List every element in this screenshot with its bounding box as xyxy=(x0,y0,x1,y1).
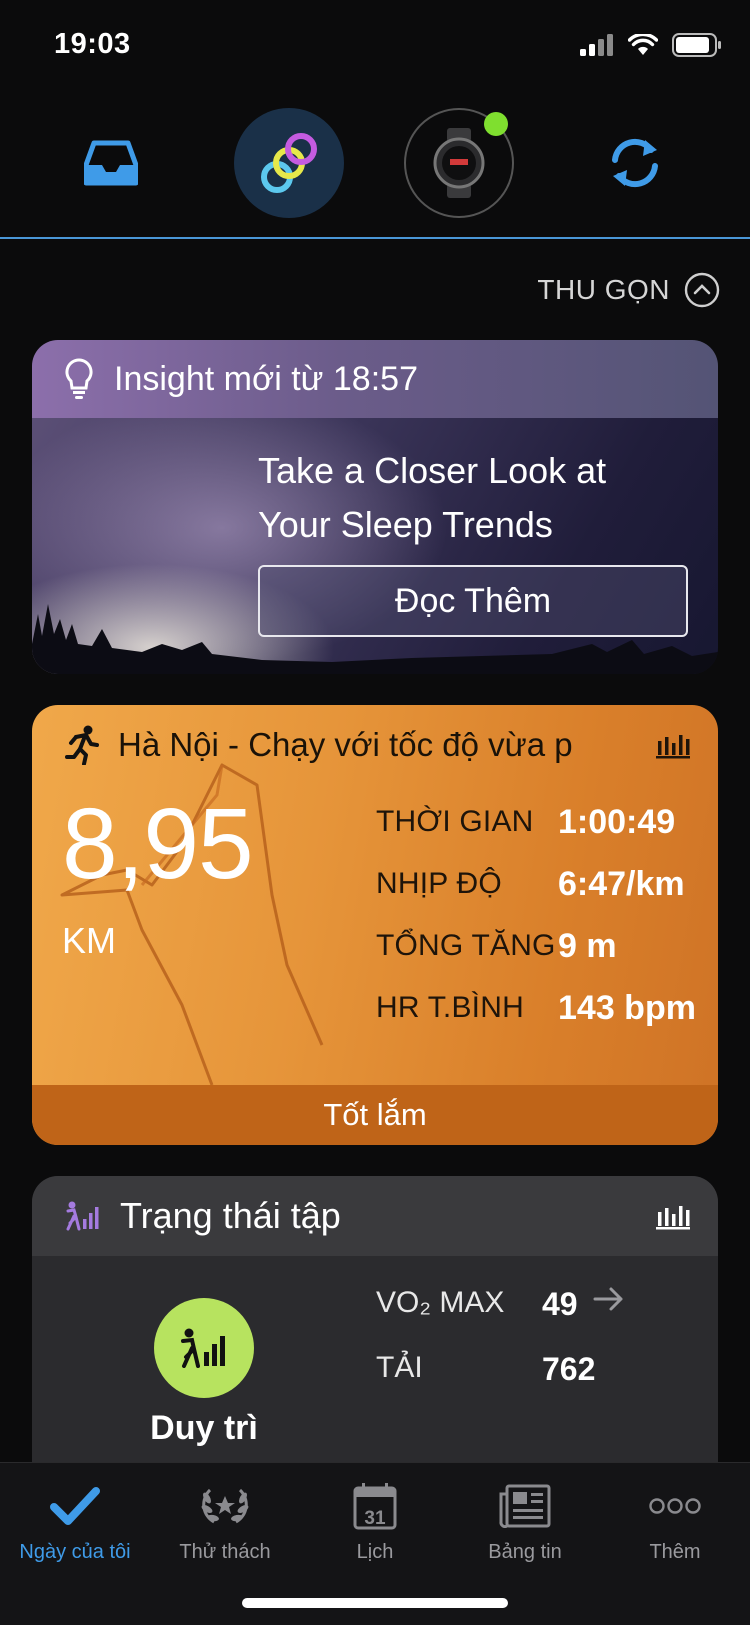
stat-label-hr: HR T.BÌNH xyxy=(376,991,524,1024)
stat-value-hr: 143 bpm xyxy=(558,989,696,1027)
online-status-dot xyxy=(484,112,508,136)
checkmark-icon xyxy=(50,1487,100,1525)
tab-more[interactable]: Thêm xyxy=(600,1463,750,1583)
stat-label-pace: NHỊP ĐỘ xyxy=(376,867,502,900)
sync-icon xyxy=(612,138,658,188)
insight-card[interactable]: Insight mới từ 18:57 Take a Closer Look … xyxy=(32,340,718,674)
signal-icon xyxy=(580,34,613,56)
status-icons xyxy=(580,30,722,60)
training-status-icon xyxy=(66,1201,99,1231)
activity-footer: Tốt lắm xyxy=(32,1085,718,1145)
bar-chart-icon[interactable] xyxy=(656,729,690,759)
load-label: TẢI xyxy=(376,1351,423,1384)
tab-challenges[interactable]: Thử thách xyxy=(150,1463,300,1583)
training-status-icon xyxy=(181,1328,225,1368)
more-icon xyxy=(649,1498,701,1514)
read-more-button[interactable]: Đọc Thêm xyxy=(258,565,688,637)
inbox-icon xyxy=(84,140,138,186)
watch-icon xyxy=(433,128,485,198)
tab-label: Thêm xyxy=(649,1541,701,1563)
load-value: 762 xyxy=(542,1351,596,1387)
stat-label-time: THỜI GIAN xyxy=(376,805,534,838)
connect-iq-button[interactable] xyxy=(234,108,344,218)
bar-chart-icon[interactable] xyxy=(656,1200,690,1230)
tab-label: Ngày của tôi xyxy=(19,1541,131,1563)
tab-calendar[interactable]: 31 Lịch xyxy=(300,1463,450,1583)
activity-card[interactable]: Hà Nội - Chạy với tốc độ vừa p 8,95 KM T… xyxy=(32,705,718,1145)
battery-icon xyxy=(672,33,721,57)
vo2-max-label: VO₂ MAX xyxy=(376,1286,505,1319)
wifi-icon xyxy=(628,34,658,55)
arrow-right-icon xyxy=(593,1287,623,1311)
calendar-day: 31 xyxy=(364,1508,386,1529)
linked-rings-icon xyxy=(261,133,317,193)
newsfeed-icon xyxy=(499,1484,551,1528)
home-indicator xyxy=(242,1598,508,1608)
training-status-card[interactable]: Trạng thái tập Duy trì VO₂ MAX 49 TẢI 76… xyxy=(32,1176,718,1476)
tab-label: Lịch xyxy=(356,1541,394,1563)
device-button[interactable] xyxy=(404,108,514,218)
insight-title: Insight mới từ 18:57 xyxy=(114,359,418,398)
collapse-button[interactable]: THU GỌN xyxy=(537,272,720,308)
laurel-icon xyxy=(201,1488,249,1524)
distance-unit: KM xyxy=(62,920,116,961)
tab-label: Thử thách xyxy=(179,1541,271,1563)
activity-header: Hà Nội - Chạy với tốc độ vừa p xyxy=(32,705,718,785)
insight-headline: Take a Closer Look at Your Sleep Trends xyxy=(258,450,607,545)
training-status-badge xyxy=(154,1298,254,1398)
training-status-value: Duy trì xyxy=(150,1409,258,1447)
lightbulb-icon xyxy=(65,358,93,399)
stat-value-time: 1:00:49 xyxy=(558,803,676,841)
insight-image: Take a Closer Look at Your Sleep Trends … xyxy=(32,418,718,674)
activity-title: Hà Nội - Chạy với tốc độ vừa p xyxy=(118,726,573,763)
tab-newsfeed[interactable]: Bảng tin xyxy=(450,1463,600,1583)
vo2-max-value: 49 xyxy=(542,1286,578,1322)
training-status-title: Trạng thái tập xyxy=(120,1195,341,1236)
stat-value-pace: 6:47/km xyxy=(558,865,685,903)
stat-value-elevation: 9 m xyxy=(558,927,617,965)
tab-my-day[interactable]: Ngày của tôi xyxy=(0,1463,150,1583)
sync-button[interactable] xyxy=(580,108,690,218)
chevron-up-icon xyxy=(684,272,720,308)
status-time: 19:03 xyxy=(54,28,131,60)
collapse-label: THU GỌN xyxy=(537,274,670,305)
training-status-header: Trạng thái tập xyxy=(32,1176,718,1256)
tab-label: Bảng tin xyxy=(488,1541,562,1563)
insight-header: Insight mới từ 18:57 xyxy=(32,340,718,418)
running-icon xyxy=(65,725,99,765)
inbox-button[interactable] xyxy=(56,108,166,218)
stat-label-elevation: TỔNG TĂNG xyxy=(376,929,556,962)
toolbar-divider xyxy=(0,237,750,239)
distance-value: 8,95 xyxy=(62,788,254,900)
